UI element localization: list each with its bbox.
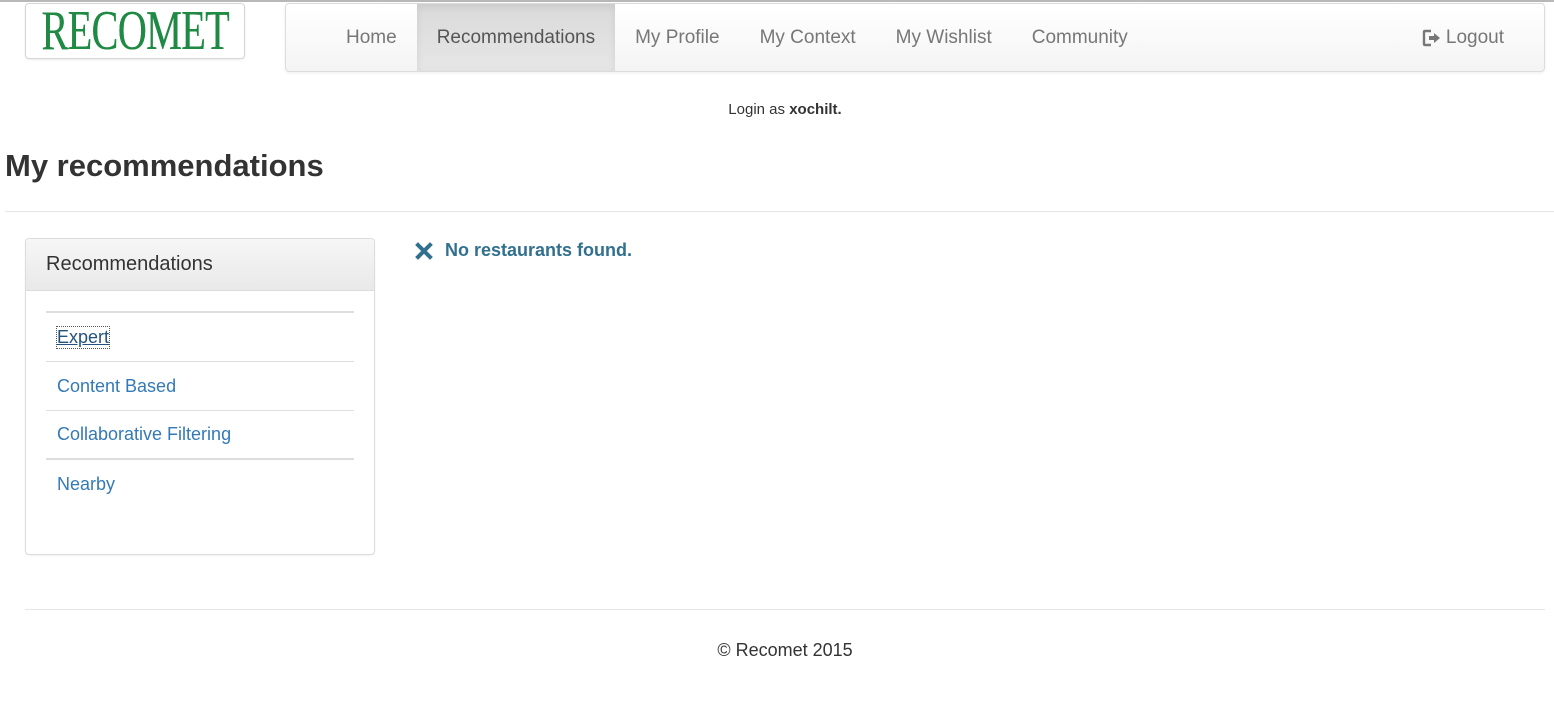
sidebar-item-label: Expert [55,325,111,349]
footer-divider [25,609,1545,610]
top-navbar: Home Recommendations My Profile My Conte… [285,3,1545,72]
nav-item-my-profile[interactable]: My Profile [615,4,739,71]
nav-item-community[interactable]: Community [1012,4,1148,71]
sidebar-item-label: Collaborative Filtering [57,424,232,444]
brand-logo[interactable]: RECOMET [25,3,245,59]
recommendations-panel: Recommendations Expert Content Based Col… [25,238,375,555]
nav-item-my-wishlist[interactable]: My Wishlist [876,4,1012,71]
footer-copyright: © Recomet 2015 [717,640,853,660]
sidebar-item-nearby[interactable]: Nearby [46,460,354,509]
sidebar-item-collaborative-filtering[interactable]: Collaborative Filtering [46,411,354,460]
sidebar-item-content-based[interactable]: Content Based [46,362,354,411]
no-results-alert: No restaurants found. [415,240,632,261]
panel-heading: Recommendations [26,239,374,291]
nav-item-home[interactable]: Home [326,4,417,71]
logout-link[interactable]: Logout [1422,4,1504,71]
alert-message: No restaurants found. [445,240,633,260]
close-icon [415,241,433,260]
logout-label: Logout [1445,26,1504,48]
title-divider [5,211,1554,212]
logout-icon [1422,29,1442,47]
nav-item-recommendations[interactable]: Recommendations [416,4,616,71]
nav-list: Home Recommendations My Profile My Conte… [326,4,1148,71]
logo-text: RECOMET [41,3,229,59]
login-username: xochilt. [789,101,842,118]
sidebar-item-label: Nearby [57,474,116,494]
sidebar-item-label: Content Based [57,375,177,396]
page: RECOMET Home Recommendations My Profile … [0,0,1554,710]
sidebar-item-expert[interactable]: Expert [46,313,354,362]
login-status: Login as xochilt. [0,101,1554,118]
recommendation-type-list: Expert Content Based Collaborative Filte… [46,311,354,509]
login-prefix: Login as [728,101,786,118]
nav-item-my-context[interactable]: My Context [740,4,876,71]
page-title: My recommendations [5,148,324,183]
